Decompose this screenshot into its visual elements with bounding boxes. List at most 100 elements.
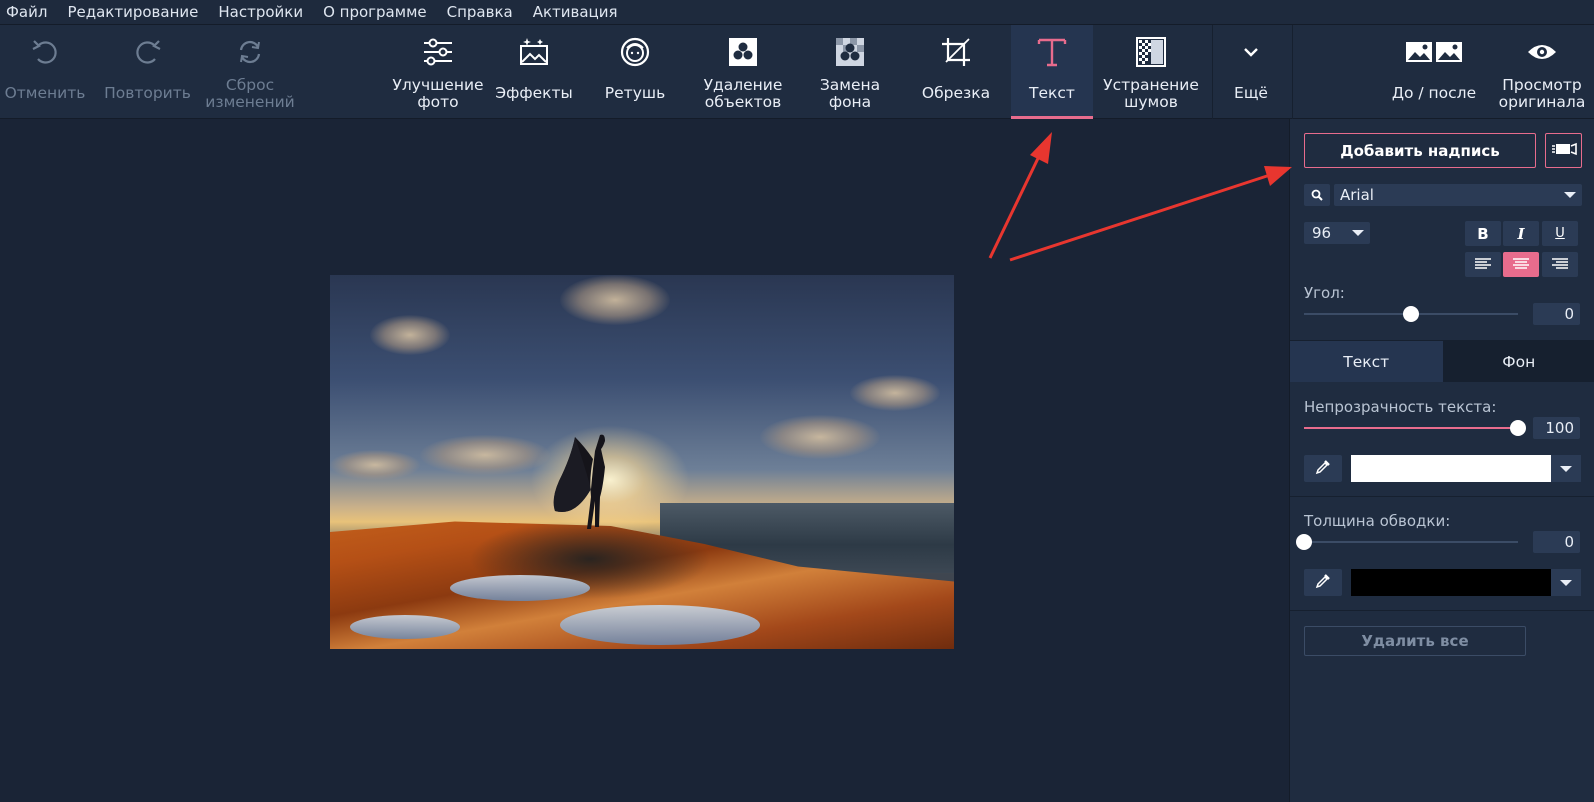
toolbar: Отменить Повторить Сброс изменений Улучш… [0,25,1594,119]
stroke-label: Толщина обводки: [1304,512,1451,530]
menu-bar: Файл Редактирование Настройки О программ… [0,0,1594,25]
opacity-label: Непрозрачность текста: [1304,398,1497,416]
align-right-icon [1551,256,1569,274]
remove-objects-icon [725,35,761,69]
effects-button[interactable]: Эффекты [490,25,578,119]
text-settings-panel: Добавить надпись Arial 96 B I U Угол: 0 … [1289,119,1594,802]
font-picker: Arial [1304,184,1582,206]
text-eyedropper-button[interactable] [1304,455,1342,482]
view-original-label: Просмотр оригинала [1498,76,1586,111]
angle-slider-handle[interactable] [1403,306,1419,322]
remove-objects-button[interactable]: Удаление объектов [692,25,794,119]
opacity-slider-handle[interactable] [1510,420,1526,436]
opacity-input[interactable]: 100 [1533,417,1580,439]
menu-help[interactable]: Справка [437,0,523,25]
effects-label: Эффекты [495,84,573,102]
enhance-label: Улучшение фото [392,76,484,111]
enhance-button[interactable]: Улучшение фото [388,25,488,119]
underline-button[interactable]: U [1542,221,1578,246]
replace-bg-label: Замена фона [819,76,881,111]
stroke-slider[interactable] [1296,534,1518,550]
text-tool-label: Текст [1029,84,1075,102]
bold-button[interactable]: B [1465,221,1501,246]
stroke-input[interactable]: 0 [1533,531,1580,553]
delete-all-button[interactable]: Удалить все [1304,626,1526,656]
remove-objects-label: Удаление объектов [703,76,783,111]
more-label: Ещё [1234,84,1268,102]
text-color-dropdown[interactable] [1551,455,1581,482]
reset-button[interactable]: Сброс изменений [200,25,300,119]
stroke-slider-handle[interactable] [1296,534,1312,550]
stroke-color-dropdown[interactable] [1551,569,1581,596]
redo-button[interactable]: Повторить [100,25,195,119]
more-button[interactable]: Ещё [1213,25,1289,119]
stroke-color-swatch[interactable] [1351,569,1551,596]
eye-icon [1524,35,1560,69]
before-after-button[interactable]: До / после [1384,25,1484,119]
menu-activation[interactable]: Активация [523,0,628,25]
italic-button[interactable]: I [1503,221,1539,246]
chevron-down-icon [1560,580,1572,586]
redo-label: Повторить [104,84,191,102]
font-size-select[interactable]: 96 [1304,222,1370,244]
denoise-icon [1133,35,1169,69]
tab-background[interactable]: Фон [1442,341,1594,382]
before-after-label: До / после [1391,84,1477,102]
face-icon [617,35,653,69]
text-icon [1034,35,1070,69]
align-left-button[interactable] [1465,252,1501,277]
font-size-value: 96 [1312,224,1332,242]
add-caption-button[interactable]: Добавить надпись [1304,133,1536,168]
menu-edit[interactable]: Редактирование [57,0,208,25]
chevron-down-icon [1352,230,1364,236]
angle-input[interactable]: 0 [1533,303,1580,325]
reset-label: Сброс изменений [205,76,295,111]
font-select[interactable]: Arial [1334,184,1582,206]
sliders-icon [420,35,456,69]
stroke-eyedropper-button[interactable] [1304,569,1342,596]
before-after-icon [1404,35,1464,69]
denoise-button[interactable]: Устранение шумов [1098,25,1204,119]
angle-label: Угол: [1304,284,1345,302]
canvas-area[interactable] [0,119,1289,802]
undo-icon [27,35,63,69]
font-value: Arial [1340,186,1374,204]
crop-button[interactable]: Обрезка [910,25,1002,119]
text-color-swatch[interactable] [1351,455,1551,482]
menu-about[interactable]: О программе [313,0,437,25]
opacity-slider[interactable] [1304,420,1526,436]
align-right-button[interactable] [1542,252,1578,277]
text-styles-button[interactable] [1545,133,1582,168]
stroke-color-row [1304,569,1582,596]
tab-text[interactable]: Текст [1290,341,1443,382]
view-original-button[interactable]: Просмотр оригинала [1494,25,1590,119]
eyedropper-icon [1315,459,1331,479]
effects-icon [516,35,552,69]
eyedropper-icon [1315,573,1331,593]
retouch-button[interactable]: Ретушь [590,25,680,119]
replace-bg-button[interactable]: Замена фона [800,25,900,119]
chevron-down-icon [1560,466,1572,472]
crop-label: Обрезка [921,84,991,102]
photo-preview[interactable] [330,275,954,649]
replace-bg-icon [832,35,868,69]
align-center-icon [1512,256,1530,274]
undo-label: Отменить [4,84,86,102]
menu-settings[interactable]: Настройки [208,0,313,25]
menu-file[interactable]: Файл [0,0,57,25]
silhouette-figure [553,434,605,529]
align-center-button[interactable] [1503,252,1539,277]
angle-slider[interactable] [1304,306,1518,322]
search-icon[interactable] [1304,184,1330,206]
chevron-down-icon [1233,35,1269,69]
retouch-label: Ретушь [604,84,666,102]
chevron-down-icon [1564,192,1576,198]
text-style-icon [1551,141,1577,160]
undo-button[interactable]: Отменить [0,25,90,119]
reset-icon [232,35,268,69]
text-tool-button[interactable]: Текст [1011,25,1093,119]
text-bg-tabs: Текст Фон [1290,341,1594,382]
crop-icon [938,35,974,69]
redo-icon [130,35,166,69]
align-left-icon [1474,256,1492,274]
